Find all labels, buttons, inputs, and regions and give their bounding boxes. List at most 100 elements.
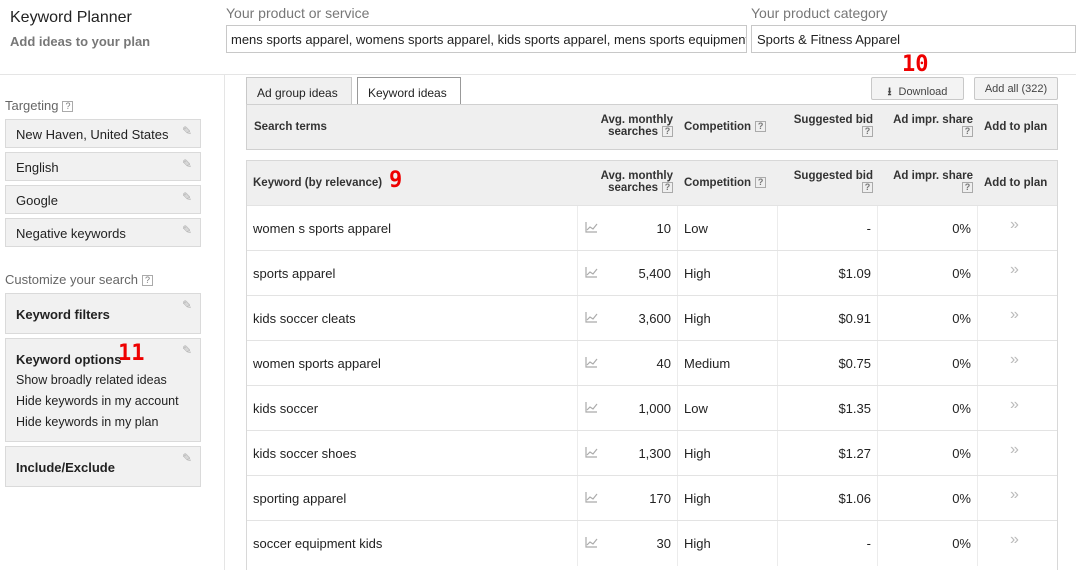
column-separator (577, 386, 578, 431)
col-suggested-bid-label: Suggested bid (793, 114, 873, 126)
table-row: kids soccer 1,000 Low $1.35 0% » (247, 385, 1057, 431)
column-separator (777, 386, 778, 431)
tab-ad-group-ideas[interactable]: Ad group ideas (246, 77, 352, 105)
column-separator (977, 431, 978, 476)
searches-cell: 5,400 (638, 266, 671, 281)
targeting-location-label: New Haven, United States (16, 127, 169, 142)
keyword-filters-label: Keyword filters (16, 307, 110, 322)
column-separator (977, 521, 978, 566)
col-avg-monthly-line1: Avg. monthly (600, 114, 673, 126)
column-separator (777, 341, 778, 386)
add-to-plan-arrow-icon[interactable]: » (1010, 486, 1019, 504)
searches-cell: 1,000 (638, 401, 671, 416)
bid-cell: $0.91 (838, 311, 871, 326)
add-to-plan-arrow-icon[interactable]: » (1010, 396, 1019, 414)
help-icon[interactable]: ? (662, 182, 673, 194)
add-to-plan-arrow-icon[interactable]: » (1010, 531, 1019, 549)
column-separator (877, 386, 878, 431)
option-hide-account: Hide keywords in my account (16, 394, 179, 408)
keyword-cell: women s sports apparel (253, 221, 392, 236)
help-icon[interactable]: ? (862, 182, 873, 194)
pencil-icon[interactable]: ✎ (182, 190, 192, 204)
add-to-plan-arrow-icon[interactable]: » (1010, 441, 1019, 459)
col-ad-impr-share-label: Ad impr. share (893, 114, 973, 126)
searches-cell: 30 (656, 536, 671, 551)
help-icon[interactable]: ? (141, 275, 153, 287)
help-icon[interactable]: ? (862, 126, 873, 138)
help-icon[interactable]: ? (755, 121, 767, 133)
pencil-icon[interactable]: ✎ (182, 343, 192, 357)
pencil-icon[interactable]: ✎ (182, 223, 192, 237)
add-to-plan-arrow-icon[interactable]: » (1010, 351, 1019, 369)
keyword-table-header: Keyword (by relevance) Avg. monthly sear… (247, 161, 1057, 205)
bid-cell: - (866, 221, 871, 236)
product-label: Your product or service (226, 5, 370, 21)
competition-cell: High (684, 536, 711, 551)
app-subtitle: Add ideas to your plan (10, 34, 151, 49)
col-competition[interactable]: Competition? (684, 177, 767, 189)
pencil-icon[interactable]: ✎ (182, 451, 192, 465)
keyword-cell: women sports apparel (253, 356, 381, 371)
help-icon[interactable]: ? (755, 177, 767, 189)
searches-cell: 10 (656, 221, 671, 236)
col-searches-label: searches (608, 126, 658, 138)
keyword-cell: kids soccer (253, 401, 319, 416)
add-to-plan-arrow-icon[interactable]: » (1010, 306, 1019, 324)
category-input[interactable]: Sports & Fitness Apparel (751, 25, 1076, 53)
targeting-negative-keywords[interactable]: Negative keywords ✎ (5, 218, 201, 247)
help-icon[interactable]: ? (962, 126, 973, 138)
table-row: kids soccer cleats 3,600 High $0.91 0% » (247, 295, 1057, 341)
keyword-options-box[interactable]: Keyword options ✎ Show broadly related i… (5, 338, 201, 442)
targeting-location[interactable]: New Haven, United States ✎ (5, 119, 201, 148)
column-separator (977, 296, 978, 341)
add-to-plan-arrow-icon[interactable]: » (1010, 261, 1019, 279)
column-separator (677, 206, 678, 251)
download-label: Download (898, 86, 948, 98)
col-keyword-relevance[interactable]: Keyword (by relevance) (253, 177, 382, 189)
option-hide-plan: Hide keywords in my plan (16, 415, 159, 429)
col-add-to-plan: Add to plan (984, 121, 1048, 133)
col-suggested-bid-label: Suggested bid (793, 170, 873, 182)
table-row: sports apparel 5,400 High $1.09 0% » (247, 250, 1057, 296)
col-avg-monthly[interactable]: Avg. monthly searches? (577, 170, 673, 194)
column-separator (577, 476, 578, 521)
column-separator (777, 476, 778, 521)
bid-cell: $1.09 (838, 266, 871, 281)
searches-cell: 3,600 (638, 311, 671, 326)
help-icon[interactable]: ? (62, 101, 74, 113)
pencil-icon[interactable]: ✎ (182, 157, 192, 171)
add-all-button[interactable]: Add all (322) (974, 77, 1058, 100)
competition-cell: High (684, 446, 711, 461)
keyword-filters-box[interactable]: Keyword filters ✎ (5, 293, 201, 334)
col-avg-monthly-line1: Avg. monthly (600, 170, 673, 182)
column-separator (877, 431, 878, 476)
col-suggested-bid[interactable]: Suggested bid ? (787, 170, 873, 194)
include-exclude-box[interactable]: Include/Exclude ✎ (5, 446, 201, 487)
keyword-options-label: Keyword options (16, 352, 122, 367)
column-separator (577, 296, 578, 341)
tab-keyword-ideas[interactable]: Keyword ideas (357, 77, 461, 105)
column-separator (977, 251, 978, 296)
competition-cell: High (684, 311, 711, 326)
share-cell: 0% (952, 491, 971, 506)
competition-cell: High (684, 491, 711, 506)
add-to-plan-arrow-icon[interactable]: » (1010, 216, 1019, 234)
annotation-9: 9 (389, 168, 403, 193)
col-suggested-bid: Suggested bid ? (787, 114, 873, 138)
column-separator (777, 296, 778, 341)
targeting-language[interactable]: English ✎ (5, 152, 201, 181)
column-separator (577, 206, 578, 251)
download-button[interactable]: ⭳ Download (871, 77, 964, 100)
col-ad-impr-share[interactable]: Ad impr. share ? (885, 170, 973, 194)
include-exclude-label: Include/Exclude (16, 460, 115, 475)
pencil-icon[interactable]: ✎ (182, 298, 192, 312)
help-icon[interactable]: ? (962, 182, 973, 194)
pencil-icon[interactable]: ✎ (182, 124, 192, 138)
column-separator (677, 251, 678, 296)
help-icon[interactable]: ? (662, 126, 673, 138)
targeting-network[interactable]: Google ✎ (5, 185, 201, 214)
share-cell: 0% (952, 356, 971, 371)
product-input[interactable]: mens sports apparel, womens sports appar… (226, 25, 747, 53)
keyword-cell: sporting apparel (253, 491, 347, 506)
targeting-network-label: Google (16, 193, 58, 208)
